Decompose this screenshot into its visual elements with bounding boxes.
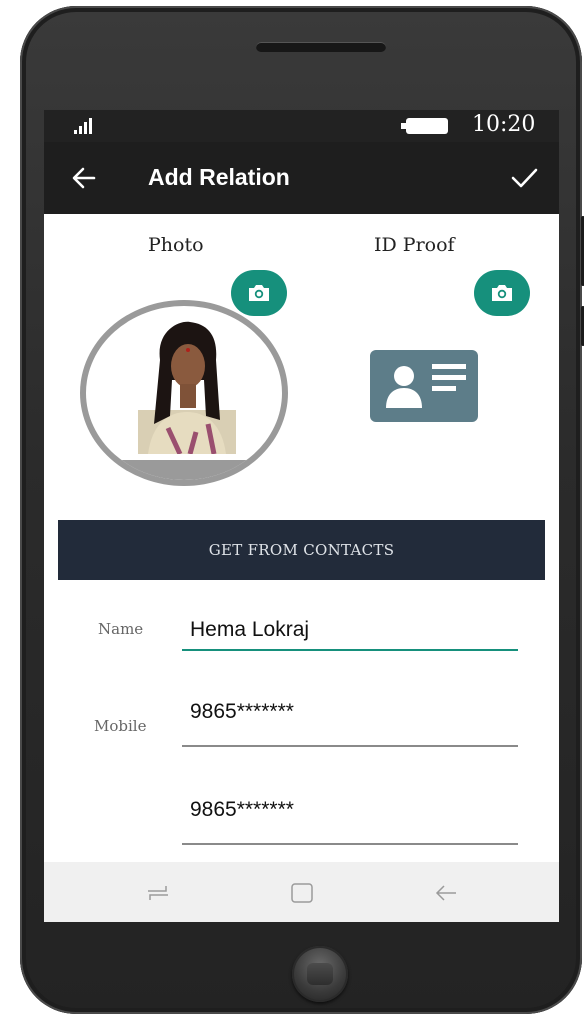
checkmark-icon[interactable]: [510, 164, 538, 192]
second-mobile-field-underline: [182, 843, 518, 845]
app-bar: Add Relation: [44, 142, 559, 214]
photo-camera-button[interactable]: [231, 270, 287, 316]
status-time: 10:20: [472, 112, 536, 137]
get-from-contacts-button[interactable]: GET FROM CONTACTS: [58, 520, 545, 580]
id-proof-label: ID Proof: [374, 234, 455, 256]
photo-label: Photo: [148, 234, 204, 256]
mobile-label: Mobile: [94, 717, 147, 735]
second-mobile-field[interactable]: 9865*******: [190, 798, 294, 822]
battery-icon: [401, 118, 448, 134]
person-photo: [138, 321, 236, 454]
page-title: Add Relation: [148, 164, 290, 190]
camera-icon: [249, 285, 269, 301]
arrow-left-icon[interactable]: [70, 164, 98, 192]
id-card-icon[interactable]: [370, 350, 478, 422]
recents-icon[interactable]: [146, 882, 170, 904]
name-field[interactable]: Hema Lokraj: [190, 618, 309, 642]
signal-icon: [74, 118, 98, 134]
phone-home-button[interactable]: [292, 946, 348, 1002]
app-screen: 10:20 Add Relation Photo ID Proof GET FR…: [44, 110, 559, 922]
system-nav-bar: [44, 862, 559, 922]
status-bar: 10:20: [44, 110, 559, 142]
mobile-field[interactable]: 9865*******: [190, 700, 294, 724]
name-label: Name: [98, 620, 144, 638]
mobile-field-underline: [182, 745, 518, 747]
home-icon[interactable]: [290, 882, 314, 904]
id-proof-camera-button[interactable]: [474, 270, 530, 316]
camera-icon: [492, 285, 512, 301]
back-icon[interactable]: [434, 882, 458, 904]
name-field-underline: [182, 649, 518, 651]
phone-speaker: [256, 42, 386, 52]
